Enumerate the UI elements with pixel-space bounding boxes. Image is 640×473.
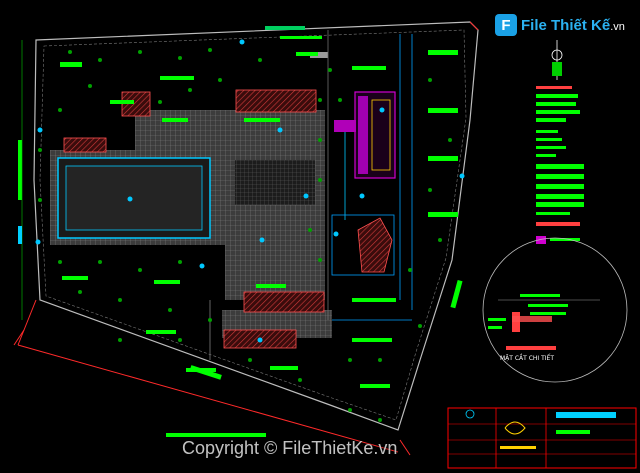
tree-symbol — [58, 260, 62, 264]
tree-symbol — [348, 408, 352, 412]
tree-symbol — [328, 68, 332, 72]
tree-symbol — [378, 418, 382, 422]
tree-symbol — [138, 50, 142, 54]
tree-symbol — [98, 260, 102, 264]
left-dimension-labels — [18, 40, 23, 320]
tree-symbol — [208, 318, 212, 322]
tree-symbol — [308, 228, 312, 232]
north-arrow-icon — [551, 40, 563, 80]
tree-symbol — [338, 98, 342, 102]
tree-symbol — [298, 378, 302, 382]
logo-badge-icon: F — [495, 14, 517, 36]
cad-drawing-canvas[interactable]: MẶT CẮT CHI TIẾT — [0, 0, 640, 473]
tree-symbol — [318, 138, 322, 142]
tree-symbol — [38, 148, 42, 152]
tree-symbol — [428, 188, 432, 192]
tree-symbol — [38, 198, 42, 202]
tree-symbol — [88, 84, 92, 88]
tree-symbol — [408, 268, 412, 272]
tree-symbol — [428, 78, 432, 82]
tree-symbol — [188, 88, 192, 92]
tree-symbol — [168, 308, 172, 312]
tree-symbol — [178, 338, 182, 342]
tree-symbol — [118, 298, 122, 302]
swimming-pool — [57, 157, 211, 239]
tree-symbol — [178, 260, 182, 264]
tree-symbol — [218, 78, 222, 82]
logo-main-text: File Thiết Kế — [521, 16, 611, 34]
tree-symbol — [418, 324, 422, 328]
tree-symbol — [78, 290, 82, 294]
tree-symbol — [208, 48, 212, 52]
tree-symbol — [318, 98, 322, 102]
tree-symbol — [118, 338, 122, 342]
logo-text: File Thiết Kế.vn — [521, 17, 625, 34]
magenta-facility — [334, 91, 396, 220]
tree-symbol — [158, 100, 162, 104]
tree-symbol — [68, 50, 72, 54]
tree-symbol — [438, 238, 442, 242]
tree-symbol — [58, 108, 62, 112]
tree-symbol — [178, 56, 182, 60]
filethietke-logo: F File Thiết Kế.vn — [495, 10, 637, 40]
tree-symbol — [318, 178, 322, 182]
tree-symbol — [378, 358, 382, 362]
detail-caption: MẶT CẮT CHI TIẾT — [500, 354, 554, 362]
copyright-watermark: Copyright © FileThietKe.vn — [182, 438, 398, 458]
tree-symbol — [258, 58, 262, 62]
tree-symbol — [348, 358, 352, 362]
tree-symbol — [318, 258, 322, 262]
tree-symbol — [98, 58, 102, 62]
logo-suffix-text: .vn — [610, 20, 625, 33]
tree-symbol — [248, 358, 252, 362]
tree-symbol — [138, 268, 142, 272]
tree-symbol — [448, 138, 452, 142]
legend — [536, 86, 584, 244]
section-detail-circle: MẶT CẮT CHI TIẾT — [482, 237, 628, 383]
